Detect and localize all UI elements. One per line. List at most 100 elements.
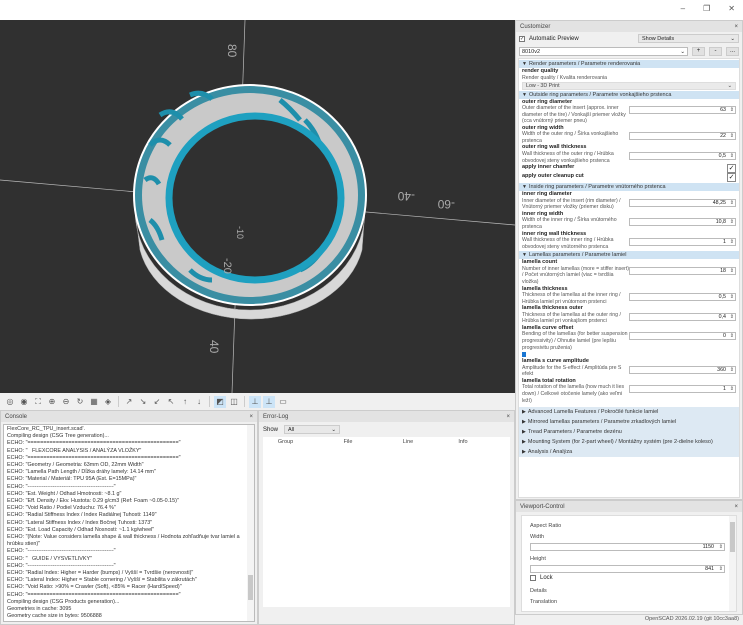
viewport-control-close-button[interactable]: ×: [734, 504, 738, 510]
orthogonal-icon[interactable]: ◫: [228, 396, 240, 408]
column-header-info[interactable]: Info: [428, 439, 498, 445]
width-input[interactable]: 1150: [530, 543, 725, 551]
inner-ring-wall-thickness-input[interactable]: 1: [629, 238, 736, 247]
section-header[interactable]: ▼ Lamellas parameters / Parametre lamiel: [519, 251, 739, 260]
param-name: apply inner chamfer: [522, 164, 575, 171]
show-filter-value: All: [288, 426, 295, 433]
collapsed-section-header[interactable]: ▶ Mounting System (for 2-part wheel) / Mo…: [519, 437, 739, 448]
slider-marker[interactable]: [522, 352, 526, 358]
console-output[interactable]: FlexCore_RC_TPU_insert.scad'. Compiling d…: [3, 424, 255, 622]
column-header-file[interactable]: File: [308, 439, 388, 445]
param-row: Outer diameter of the insert (approx. in…: [519, 105, 739, 125]
view-diagonal-icon[interactable]: ▦: [88, 396, 100, 408]
console-line: ECHO: " FLEXCORE ANALYSIS / ANALÝZA VLOŽ…: [7, 447, 142, 454]
lamella-total-rotation-input[interactable]: 1: [629, 385, 736, 394]
outer-ring-diameter-input[interactable]: 63: [629, 106, 736, 114]
console-title: Console: [5, 413, 28, 420]
expanded-triangle-icon: ▼: [522, 61, 527, 67]
console-line: ECHO: "Eff. Density / Ekv. Hustota: 0.29…: [7, 498, 179, 505]
console-close-button[interactable]: ×: [249, 414, 253, 420]
render-quality-select[interactable]: Low - 3D Print ⌄: [522, 81, 736, 90]
param-row: Thickness of the lamellas at the inner r…: [519, 292, 739, 305]
param-row: Thickness of the lamellas at the outer r…: [519, 312, 739, 325]
error-log-close-button[interactable]: ×: [506, 414, 510, 420]
show-axes-icon[interactable]: ⊥: [249, 395, 261, 408]
minimize-button[interactable]: –: [681, 4, 685, 13]
param-apply-inner-chamfer: apply inner chamfer ✓: [519, 164, 739, 174]
automatic-preview-label: Automatic Preview: [529, 35, 579, 42]
console-line: FlexCore_RC_TPU_insert.scad'.: [7, 426, 86, 432]
select-value: Low - 3D Print: [526, 82, 560, 89]
viewport-control-scrollbar[interactable]: [729, 516, 736, 611]
view-center-icon[interactable]: ◈: [102, 396, 114, 408]
section-title: Tread Parameters / Parametre dezénu: [527, 429, 622, 436]
lamella-count-input[interactable]: 18: [629, 266, 736, 275]
section-title: Advanced Lamella Features / Pokročilé fu…: [527, 409, 659, 416]
preset-select[interactable]: 8010v2 ⌄: [519, 47, 688, 56]
inner-ring-width-input[interactable]: 10,8: [629, 218, 736, 227]
view-right-icon[interactable]: ↗: [123, 396, 135, 408]
collapsed-section-header[interactable]: ▶ Tread Parameters / Parametre dezénu: [519, 427, 739, 438]
collapsed-triangle-icon: ▶: [522, 419, 526, 426]
param-input-wrap: 0: [629, 331, 736, 351]
section-header[interactable]: ▼ Inside ring parameters / Parametre vnút…: [519, 183, 739, 192]
collapsed-triangle-icon: ▶: [522, 439, 526, 446]
collapsed-section-header[interactable]: ▶ Advanced Lamella Features / Pokročilé f…: [519, 407, 739, 418]
render-icon[interactable]: ◉: [18, 396, 30, 408]
view-back-icon[interactable]: ↓: [193, 396, 205, 408]
param-row: Number of inner lamellas (more = stiffer…: [519, 266, 739, 286]
add-preset-button[interactable]: +: [692, 47, 705, 56]
height-input[interactable]: 841: [530, 565, 725, 573]
param-input-wrap: 18: [629, 266, 736, 286]
view-top-icon[interactable]: ↘: [137, 396, 149, 408]
lamella-thickness-input[interactable]: 0,5: [629, 293, 736, 301]
view-all-icon[interactable]: ⛶: [32, 396, 44, 408]
3d-viewport[interactable]: 80 -40 -60 40 20 20 -10 -20 -10 -20: [0, 20, 515, 393]
collapsed-triangle-icon: ▶: [522, 449, 526, 456]
reset-view-icon[interactable]: ↻: [74, 396, 86, 408]
show-scale-icon[interactable]: ⊥: [263, 395, 275, 408]
section-header[interactable]: ▼ Render parameters / Parametre renderova…: [519, 60, 739, 68]
apply-outer-cleanup-cut-checkbox[interactable]: ✓: [727, 173, 736, 183]
section-title: Render parameters / Parametre renderovan…: [528, 61, 641, 67]
preset-menu-button[interactable]: ...: [726, 47, 739, 56]
perspective-icon[interactable]: ◩: [214, 395, 226, 408]
lamella-curve-offset-input[interactable]: 0: [629, 332, 736, 341]
lamella-s-curve-amplitude-input[interactable]: 360: [629, 365, 736, 374]
view-left-icon[interactable]: ↖: [165, 396, 177, 408]
view-front-icon[interactable]: ↑: [179, 396, 191, 408]
automatic-preview-checkbox[interactable]: ✓: [519, 35, 525, 42]
param-description: Wall thickness of the inner ring / Hrúbk…: [522, 237, 614, 250]
zoom-out-icon[interactable]: ⊖: [60, 396, 72, 408]
param-apply-outer-cleanup-cut: apply outer cleanup cut ✓: [519, 173, 739, 183]
console-panel: Console × FlexCore_RC_TPU_insert.scad'. Co…: [0, 410, 258, 625]
console-scrollbar[interactable]: [247, 425, 254, 621]
section-header[interactable]: ▼ Outside ring parameters / Parametre von…: [519, 90, 739, 99]
outer-ring-width-input[interactable]: 22: [629, 132, 736, 141]
preview-icon[interactable]: ◎: [4, 396, 16, 408]
lock-label: Lock: [540, 575, 553, 581]
show-filter-select[interactable]: All ⌄: [284, 425, 341, 434]
zoom-in-icon[interactable]: ⊕: [46, 396, 58, 408]
close-button[interactable]: ✕: [728, 4, 735, 13]
show-edges-icon[interactable]: ▭: [277, 396, 289, 408]
lamella-thickness-outer-input[interactable]: 0,4: [629, 312, 736, 321]
remove-preset-button[interactable]: -: [709, 47, 722, 56]
param-description: Width of the inner ring / Šírka vnútorné…: [522, 217, 617, 230]
collapsed-section-header[interactable]: ▶ Analysis / Analýza: [519, 447, 739, 458]
param-description: Wall thickness of the outer ring / Hrúbk…: [522, 150, 614, 164]
section-title: Inside ring parameters / Parametre vnúto…: [528, 184, 666, 191]
details-select[interactable]: Show Details ⌄: [638, 34, 739, 43]
param-description: Render quality / Kvalita renderovania: [522, 74, 608, 81]
viewport-control-panel: Viewport-Control × Aspect Ratio Width 115…: [515, 500, 743, 615]
customizer-close-button[interactable]: ×: [734, 24, 738, 30]
column-header-line[interactable]: Line: [388, 439, 428, 445]
column-header-group[interactable]: Group: [263, 439, 308, 445]
outer-ring-wall-thickness-input[interactable]: 0,5: [629, 151, 736, 160]
lock-checkbox[interactable]: [530, 575, 536, 581]
inner-ring-diameter-input[interactable]: 48,25: [629, 198, 736, 207]
maximize-button[interactable]: ❐: [703, 4, 710, 13]
apply-inner-chamfer-checkbox[interactable]: ✓: [727, 164, 736, 174]
collapsed-section-header[interactable]: ▶ Mirrored lamellas parameters / Parametr…: [519, 417, 739, 428]
view-bottom-icon[interactable]: ↙: [151, 396, 163, 408]
